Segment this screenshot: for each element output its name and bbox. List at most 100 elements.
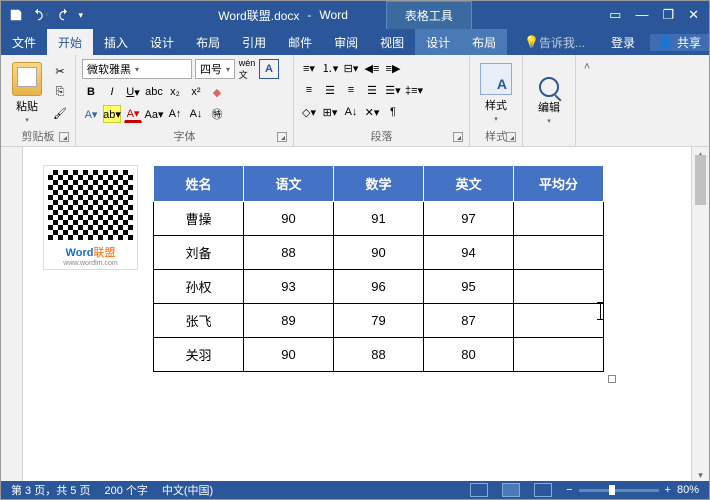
- strikethrough-button[interactable]: abc: [145, 83, 163, 101]
- tab-table-layout[interactable]: 布局: [461, 29, 507, 55]
- table-row[interactable]: 刘备889094: [154, 236, 604, 270]
- enclose-char-icon[interactable]: ㊕: [208, 105, 226, 123]
- underline-button[interactable]: U▾: [124, 83, 142, 101]
- page-indicator[interactable]: 第 3 页，共 5 页: [11, 482, 90, 498]
- font-launcher[interactable]: [277, 132, 287, 142]
- save-icon[interactable]: [9, 8, 23, 22]
- login-button[interactable]: 登录: [600, 34, 646, 51]
- web-layout-icon[interactable]: [534, 483, 552, 497]
- change-case-icon[interactable]: Aa▾: [145, 105, 163, 123]
- tab-table-design[interactable]: 设计: [415, 29, 461, 55]
- tab-design[interactable]: 设计: [139, 29, 185, 55]
- page[interactable]: Word联盟 www.wordlm.com 姓名 语文 数学 英文 平均分 曹操…: [23, 147, 691, 483]
- tab-file[interactable]: 文件: [1, 29, 47, 55]
- font-name-input[interactable]: 微软雅黑▾: [82, 59, 192, 79]
- table-row[interactable]: 关羽908880: [154, 338, 604, 372]
- text-effects-icon[interactable]: A▾: [82, 105, 100, 123]
- format-painter-icon[interactable]: 🖌: [51, 105, 69, 123]
- tab-view[interactable]: 视图: [369, 29, 415, 55]
- tab-review[interactable]: 审阅: [323, 29, 369, 55]
- close-icon[interactable]: ✕: [688, 7, 699, 23]
- read-mode-icon[interactable]: [470, 483, 488, 497]
- table-tools-label: 表格工具: [386, 1, 472, 29]
- document-title: Word联盟.docx: [218, 7, 299, 24]
- zoom-slider[interactable]: [579, 489, 659, 492]
- group-font: 微软雅黑▾ 四号▾ wén文 A B I U▾ abc x₂ x² ◆ A▾ a…: [76, 55, 294, 146]
- group-editing: 编辑 ▾: [523, 55, 576, 146]
- increase-indent-icon[interactable]: ≡▶: [384, 59, 402, 77]
- minimize-icon[interactable]: —: [635, 7, 648, 23]
- paragraph-launcher[interactable]: [453, 132, 463, 142]
- clear-format-icon[interactable]: ◆: [208, 83, 226, 101]
- language-indicator[interactable]: 中文(中国): [162, 482, 213, 498]
- table-row[interactable]: 曹操909197: [154, 202, 604, 236]
- app-name: Word: [319, 8, 347, 22]
- paste-button[interactable]: 粘贴 ▾: [7, 59, 47, 126]
- quick-access-toolbar: ▾ ▾: [1, 8, 91, 22]
- align-center-icon[interactable]: ☰: [321, 81, 339, 99]
- shading-icon[interactable]: ◇▾: [300, 103, 318, 121]
- ribbon-tabs: 文件 开始 插入 设计 布局 引用 邮件 审阅 视图 设计 布局 💡 告诉我..…: [1, 29, 709, 55]
- font-color-icon[interactable]: A▾: [124, 105, 142, 123]
- styles-button[interactable]: 样式 ▾: [476, 59, 516, 126]
- bullets-icon[interactable]: ≡▾: [300, 59, 318, 77]
- scroll-down-icon[interactable]: ▾: [692, 470, 709, 481]
- subscript-button[interactable]: x₂: [166, 83, 184, 101]
- cut-icon[interactable]: ✂: [51, 63, 69, 81]
- multilevel-icon[interactable]: ⊟▾: [342, 59, 360, 77]
- sort-icon[interactable]: A↓: [342, 103, 360, 121]
- highlight-icon[interactable]: ab▾: [103, 105, 121, 123]
- align-right-icon[interactable]: ≡: [342, 81, 360, 99]
- zoom-in-icon[interactable]: +: [665, 484, 671, 496]
- copy-icon[interactable]: ⎘: [51, 84, 69, 102]
- scroll-thumb[interactable]: [695, 155, 706, 205]
- editing-button[interactable]: 编辑 ▾: [529, 59, 569, 142]
- table-header-row: 姓名 语文 数学 英文 平均分: [154, 166, 604, 202]
- collapse-ribbon-icon[interactable]: ˄: [576, 55, 598, 146]
- superscript-button[interactable]: x²: [187, 83, 205, 101]
- numbering-icon[interactable]: ⒈▾: [321, 59, 339, 77]
- zoom-control: − + 80%: [566, 484, 699, 496]
- phonetic-guide-icon[interactable]: wén文: [238, 60, 256, 78]
- restore-icon[interactable]: ❐: [662, 7, 674, 23]
- justify-icon[interactable]: ☰: [363, 81, 381, 99]
- tab-mail[interactable]: 邮件: [277, 29, 323, 55]
- table-row[interactable]: 张飞897987: [154, 304, 604, 338]
- tab-layout[interactable]: 布局: [185, 29, 231, 55]
- print-layout-icon[interactable]: [502, 483, 520, 497]
- char-border-icon[interactable]: A: [259, 59, 279, 79]
- tab-insert[interactable]: 插入: [93, 29, 139, 55]
- data-table[interactable]: 姓名 语文 数学 英文 平均分 曹操909197刘备889094孙权939695…: [153, 165, 604, 372]
- table-row[interactable]: 孙权939695: [154, 270, 604, 304]
- ribbon-options-icon[interactable]: ▭: [609, 7, 621, 23]
- document-area: Word联盟 www.wordlm.com 姓名 语文 数学 英文 平均分 曹操…: [1, 147, 709, 483]
- styles-launcher[interactable]: [506, 132, 516, 142]
- share-button[interactable]: 👤共享: [650, 34, 709, 51]
- group-styles: 样式 ▾ 样式: [470, 55, 523, 146]
- align-left-icon[interactable]: ≡: [300, 81, 318, 99]
- decrease-indent-icon[interactable]: ◀≡: [363, 59, 381, 77]
- clipboard-launcher[interactable]: [59, 132, 69, 142]
- grow-font-icon[interactable]: A↑: [166, 105, 184, 123]
- italic-button[interactable]: I: [103, 83, 121, 101]
- font-size-input[interactable]: 四号▾: [195, 59, 235, 79]
- redo-icon[interactable]: [57, 8, 71, 22]
- table-resize-handle[interactable]: [608, 375, 616, 383]
- qat-customize-icon[interactable]: ▾: [79, 10, 84, 21]
- asian-layout-icon[interactable]: ✕▾: [363, 103, 381, 121]
- undo-icon[interactable]: ▾: [31, 8, 49, 22]
- shrink-font-icon[interactable]: A↓: [187, 105, 205, 123]
- tab-home[interactable]: 开始: [47, 29, 93, 55]
- vertical-scrollbar[interactable]: ▴ ▾: [691, 147, 709, 483]
- show-marks-icon[interactable]: ¶: [384, 103, 402, 121]
- zoom-out-icon[interactable]: −: [566, 484, 572, 496]
- bold-button[interactable]: B: [82, 83, 100, 101]
- vertical-ruler: [1, 147, 23, 483]
- line-spacing-icon[interactable]: ‡≡▾: [405, 81, 423, 99]
- borders-icon[interactable]: ⊞▾: [321, 103, 339, 121]
- tell-me[interactable]: 💡 告诉我...: [513, 34, 596, 51]
- zoom-level[interactable]: 80%: [677, 484, 699, 496]
- word-count[interactable]: 200 个字: [104, 482, 147, 498]
- tab-references[interactable]: 引用: [231, 29, 277, 55]
- distribute-icon[interactable]: ☰▾: [384, 81, 402, 99]
